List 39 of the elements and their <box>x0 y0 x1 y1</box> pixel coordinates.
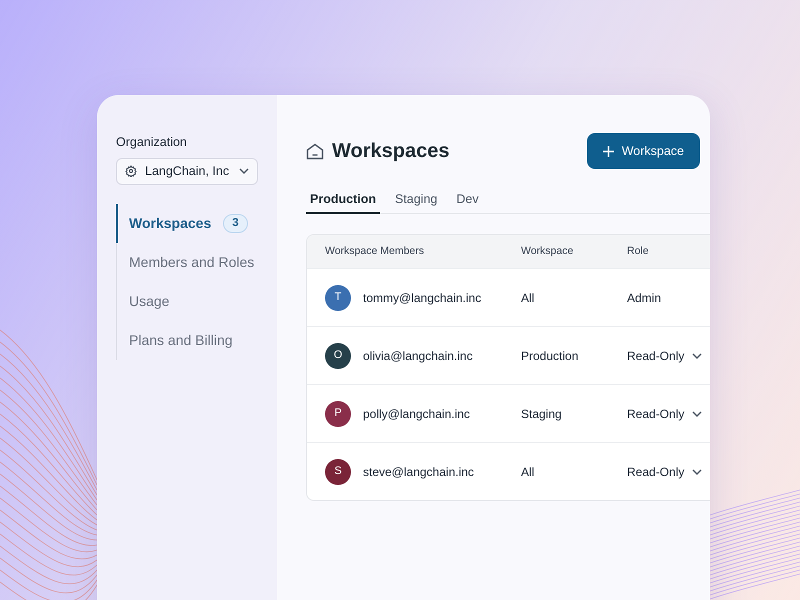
workspace-cell-text: All <box>521 464 536 480</box>
column-header: Role <box>627 244 650 259</box>
role-select[interactable]: Read-Only <box>627 346 702 364</box>
column-header: Workspace <box>521 244 574 259</box>
chevron-down-icon <box>692 352 702 358</box>
role-select[interactable]: Read-Only <box>627 404 702 422</box>
home-icon <box>306 142 324 160</box>
workspace-cell-text: All <box>521 290 536 306</box>
add-workspace-button[interactable]: Workspace <box>586 133 700 169</box>
member-email: steve@langchain.inc <box>363 464 474 480</box>
chevron-down-icon <box>692 468 702 474</box>
role-select[interactable]: Read-Only <box>627 462 702 480</box>
avatar: S <box>325 458 351 484</box>
count-badge: 3 <box>223 214 248 233</box>
settings-icon <box>125 165 137 178</box>
organization-select[interactable]: LangChain, Inc <box>116 158 258 185</box>
tab[interactable]: Staging <box>390 186 442 214</box>
sidebar-item[interactable]: Members and Roles <box>116 242 258 282</box>
page-title: Workspaces <box>332 139 450 164</box>
plus-icon <box>602 146 614 156</box>
member-email: tommy@langchain.inc <box>363 290 482 306</box>
avatar: T <box>325 284 351 310</box>
sidebar-item[interactable]: Plans and Billing <box>116 320 258 360</box>
tab[interactable]: Dev <box>452 186 483 214</box>
member-email: polly@langchain.inc <box>363 406 470 422</box>
workspace-cell-text: Production <box>521 348 580 364</box>
organization-value: LangChain, Inc <box>145 162 230 180</box>
column-header: Workspace Members <box>324 244 426 259</box>
chevron-down-icon <box>692 410 702 416</box>
organization-label: Organization <box>116 134 188 151</box>
sidebar-item[interactable]: Usage <box>116 282 258 321</box>
avatar: O <box>325 342 351 368</box>
avatar: P <box>325 400 351 426</box>
role-cell-text: Admin <box>627 290 662 306</box>
member-email: olivia@langchain.inc <box>363 348 473 364</box>
tab[interactable]: Production <box>306 186 380 214</box>
workspace-cell-text: Staging <box>521 406 563 422</box>
chevron-down-icon <box>239 168 249 174</box>
sidebar-item[interactable]: Workspaces 3 <box>116 204 258 243</box>
